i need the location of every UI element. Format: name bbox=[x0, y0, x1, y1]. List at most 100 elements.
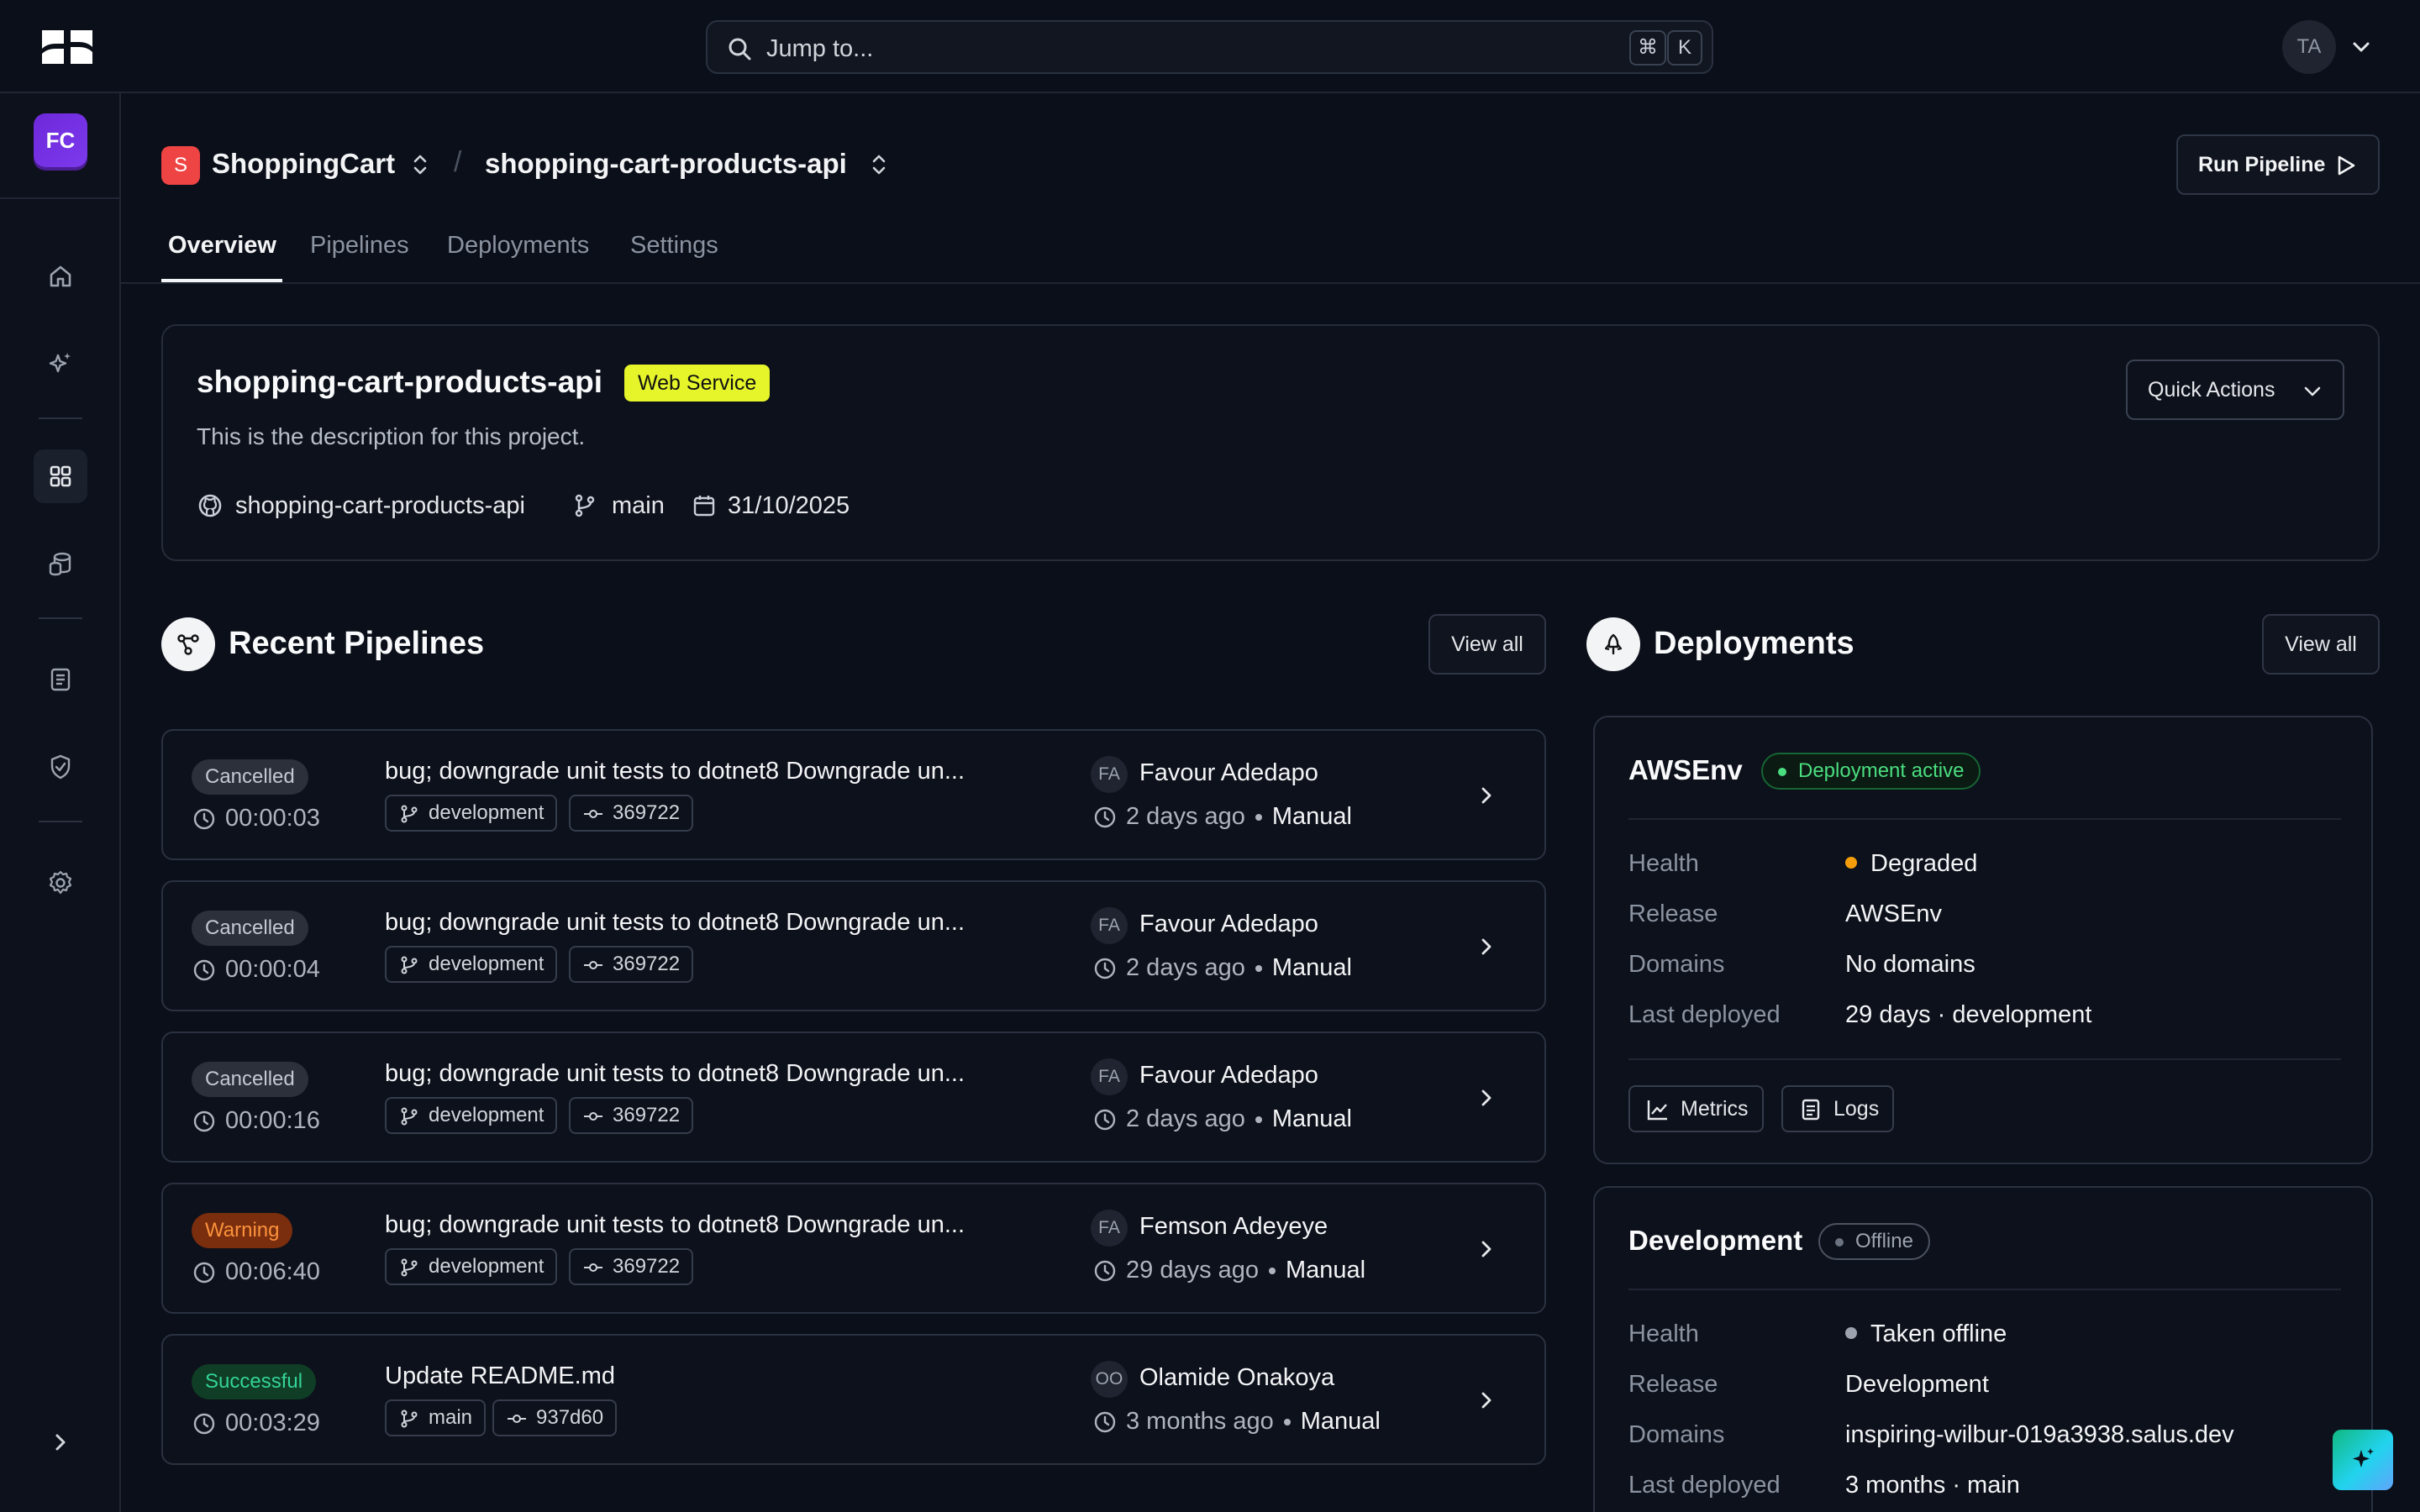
last-deployed-value: 29 days · development bbox=[1845, 1001, 2092, 1028]
branch-name: development bbox=[429, 953, 544, 975]
pipeline-status-badge: Warning bbox=[192, 1213, 293, 1248]
pipeline-time: 29 days ago Manual bbox=[1126, 1257, 1365, 1284]
quick-actions-button[interactable]: Quick Actions bbox=[2126, 360, 2344, 420]
pipeline-status-badge: Successful bbox=[192, 1364, 317, 1399]
document-icon bbox=[50, 668, 71, 691]
repository-name[interactable]: shopping-cart-products-api bbox=[235, 492, 525, 520]
pipeline-duration: 00:06:40 bbox=[225, 1258, 320, 1285]
chevron-down-icon[interactable] bbox=[2349, 35, 2373, 59]
chevron-right-icon[interactable] bbox=[1474, 783, 1499, 808]
pipeline-row[interactable]: Cancelled 00:00:03 bug; downgrade unit tes… bbox=[161, 729, 1546, 860]
clock-icon bbox=[193, 1110, 215, 1132]
git-branch-icon bbox=[401, 805, 418, 823]
jump-to-search[interactable]: Jump to... ⌘ K bbox=[706, 20, 1713, 74]
pipeline-trigger: Manual bbox=[1300, 1408, 1381, 1435]
logs-button[interactable]: Logs bbox=[1781, 1085, 1895, 1132]
pipeline-row[interactable]: Cancelled 00:00:16 bug; downgrade unit tes… bbox=[161, 1032, 1546, 1163]
sidebar-expand[interactable] bbox=[34, 1415, 87, 1469]
sparkles-icon bbox=[49, 353, 71, 373]
pipeline-duration: 00:00:03 bbox=[225, 805, 320, 832]
health-value: Taken offline bbox=[1845, 1320, 2007, 1348]
branch-name: development bbox=[429, 1104, 544, 1126]
tab-pipelines[interactable]: Pipelines bbox=[310, 232, 409, 260]
separator-dot bbox=[1255, 1116, 1262, 1124]
calendar-icon bbox=[693, 496, 715, 517]
sidebar-divider bbox=[0, 197, 119, 199]
tab-deployments[interactable]: Deployments bbox=[447, 232, 589, 260]
health-text: Degraded bbox=[1870, 850, 1978, 877]
deployment-card[interactable]: Development Offline Health Taken offline… bbox=[1593, 1186, 2373, 1512]
sidebar-item-security[interactable] bbox=[34, 740, 87, 794]
pipeline-commit-message[interactable]: Update README.md bbox=[385, 1362, 615, 1390]
separator-dot bbox=[1255, 814, 1262, 822]
pipeline-status-badge: Cancelled bbox=[192, 759, 308, 795]
pipeline-commit-message[interactable]: bug; downgrade unit tests to dotnet8 Dow… bbox=[385, 1060, 965, 1088]
domains-value[interactable]: inspiring-wilbur-019a3938.salus.dev bbox=[1845, 1421, 2234, 1449]
deployment-card[interactable]: AWSEnv Deployment active Health Degraded… bbox=[1593, 716, 2373, 1164]
health-dot bbox=[1845, 857, 1857, 869]
chevron-up-down-icon[interactable] bbox=[410, 152, 430, 177]
deployment-status-text: Deployment active bbox=[1798, 759, 1965, 782]
breadcrumb-service[interactable]: shopping-cart-products-api bbox=[485, 148, 847, 180]
chevron-right-icon[interactable] bbox=[1474, 1085, 1499, 1110]
metrics-button[interactable]: Metrics bbox=[1628, 1085, 1764, 1132]
sidebar-item-settings[interactable] bbox=[34, 856, 87, 910]
project-title: shopping-cart-products-api bbox=[197, 365, 603, 399]
sidebar-item-home[interactable] bbox=[34, 249, 87, 303]
search-icon bbox=[729, 38, 751, 60]
rocket-icon bbox=[1586, 617, 1640, 671]
pipeline-trigger: Manual bbox=[1271, 803, 1353, 830]
health-dot bbox=[1845, 1327, 1857, 1340]
ai-assistant-button[interactable] bbox=[2333, 1430, 2393, 1490]
chevron-right-icon[interactable] bbox=[1474, 934, 1499, 959]
relative-time: 3 months ago bbox=[1126, 1408, 1274, 1435]
branch-chip: development bbox=[385, 1097, 558, 1134]
run-pipeline-button[interactable]: Run Pipeline bbox=[2176, 134, 2380, 195]
status-dot bbox=[1778, 768, 1786, 776]
sidebar-item-databases[interactable] bbox=[34, 537, 87, 591]
default-branch: main bbox=[612, 492, 665, 519]
pipeline-author: Olamide Onakoya bbox=[1139, 1364, 1335, 1391]
breadcrumb-project[interactable]: ShoppingCart bbox=[212, 148, 395, 180]
sidebar-divider bbox=[39, 821, 82, 822]
chevron-right-icon[interactable] bbox=[1474, 1236, 1499, 1262]
pipeline-row[interactable]: Successful 00:03:29 Update README.md main 93… bbox=[161, 1334, 1546, 1465]
git-commit-icon bbox=[508, 1415, 526, 1423]
pipeline-commit-message[interactable]: bug; downgrade unit tests to dotnet8 Dow… bbox=[385, 758, 965, 785]
pipeline-author: Femson Adeyeye bbox=[1139, 1213, 1328, 1240]
org-avatar[interactable]: FC bbox=[34, 113, 87, 167]
clock-icon bbox=[1094, 958, 1116, 979]
project-summary-card: shopping-cart-products-api Web Service T… bbox=[161, 324, 2380, 561]
user-avatar[interactable]: TA bbox=[2282, 20, 2336, 74]
shortcut-cmd-key: ⌘ bbox=[1629, 30, 1666, 66]
sidebar-item-projects[interactable] bbox=[34, 449, 87, 503]
pipeline-status-badge: Cancelled bbox=[192, 1062, 308, 1097]
tab-overview[interactable]: Overview bbox=[168, 232, 276, 260]
pipeline-row[interactable]: Warning 00:06:40 bug; downgrade unit tests… bbox=[161, 1183, 1546, 1314]
clock-icon bbox=[1094, 1260, 1116, 1282]
deployment-status-badge: Offline bbox=[1818, 1223, 1930, 1260]
view-all-deployments-button[interactable]: View all bbox=[2262, 614, 2380, 675]
commit-hash: 369722 bbox=[613, 1104, 681, 1126]
pipeline-row[interactable]: Cancelled 00:00:04 bug; downgrade unit tes… bbox=[161, 880, 1546, 1011]
sidebar-item-ai[interactable] bbox=[34, 337, 87, 391]
clock-icon bbox=[1094, 806, 1116, 828]
pipeline-author: Favour Adedapo bbox=[1139, 911, 1318, 937]
home-icon bbox=[50, 265, 71, 287]
commit-hash: 369722 bbox=[613, 1255, 681, 1278]
status-dot bbox=[1835, 1238, 1844, 1247]
deployment-status-text: Offline bbox=[1855, 1230, 1913, 1252]
view-all-pipelines-button[interactable]: View all bbox=[1428, 614, 1546, 675]
sidebar-item-logs[interactable] bbox=[34, 653, 87, 706]
release-label: Release bbox=[1628, 900, 1718, 927]
pipeline-commit-message[interactable]: bug; downgrade unit tests to dotnet8 Dow… bbox=[385, 1211, 965, 1239]
git-branch-icon bbox=[401, 1258, 418, 1277]
chevron-up-down-icon[interactable] bbox=[869, 152, 889, 177]
app-logo-icon[interactable] bbox=[39, 27, 96, 67]
chevron-right-icon[interactable] bbox=[1474, 1388, 1499, 1413]
pipeline-time: 2 days ago Manual bbox=[1126, 803, 1352, 831]
release-label: Release bbox=[1628, 1371, 1718, 1398]
health-text: Taken offline bbox=[1870, 1320, 2007, 1347]
tab-settings[interactable]: Settings bbox=[630, 232, 718, 260]
pipeline-commit-message[interactable]: bug; downgrade unit tests to dotnet8 Dow… bbox=[385, 909, 965, 937]
